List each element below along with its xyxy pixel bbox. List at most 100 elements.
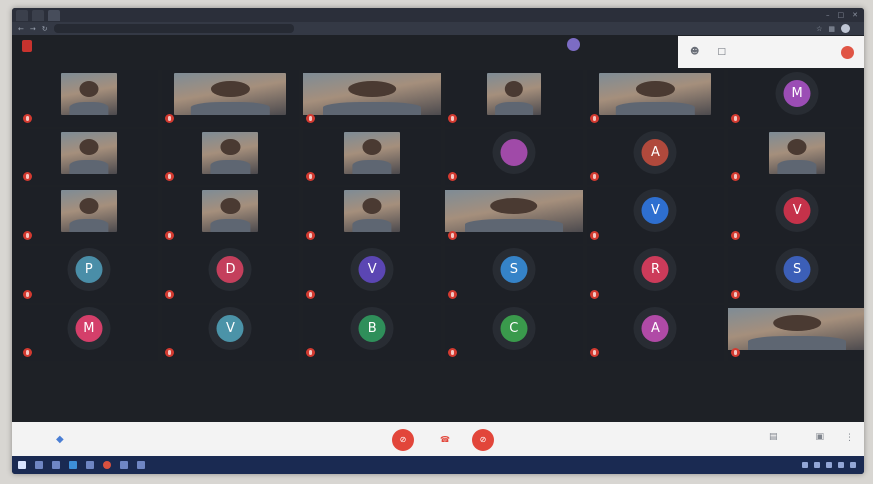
clock-icon[interactable] bbox=[838, 462, 844, 468]
mic-muted-icon bbox=[731, 113, 741, 123]
browser-tab-strip: – □ ✕ bbox=[12, 8, 864, 22]
bottom-right-actions: ▤ ▣ bbox=[769, 432, 824, 442]
participant-tile[interactable]: M bbox=[20, 304, 158, 362]
mic-muted-icon bbox=[306, 172, 316, 182]
participant-avatar: V bbox=[783, 197, 811, 225]
presenter-avatar bbox=[567, 38, 580, 51]
participant-tile[interactable]: V bbox=[161, 304, 300, 362]
mic-muted-icon bbox=[589, 289, 599, 299]
mic-muted-icon bbox=[23, 172, 32, 182]
captions-icon: ▤ bbox=[768, 432, 778, 442]
participant-tile[interactable]: B bbox=[303, 304, 441, 362]
shield-icon[interactable]: ◆ bbox=[56, 434, 64, 445]
mic-muted-icon bbox=[448, 289, 457, 299]
mic-muted-icon bbox=[164, 289, 174, 299]
volume-icon[interactable] bbox=[814, 462, 820, 468]
participant-tile[interactable]: A bbox=[586, 128, 725, 186]
participant-video bbox=[60, 190, 117, 233]
mic-muted-icon bbox=[448, 172, 457, 182]
chat-icon[interactable]: □ bbox=[717, 47, 726, 57]
app-icon[interactable] bbox=[137, 461, 145, 469]
participant-avatar: V bbox=[641, 197, 669, 225]
mic-muted-icon bbox=[306, 231, 316, 240]
extension-icon[interactable]: ▦ bbox=[828, 25, 835, 33]
chrome-icon[interactable] bbox=[103, 461, 111, 469]
mic-muted-icon bbox=[164, 231, 174, 240]
browser-tab-active[interactable] bbox=[48, 9, 60, 21]
mic-muted-icon bbox=[731, 289, 741, 299]
mic-muted-icon bbox=[589, 172, 599, 182]
forward-icon[interactable]: → bbox=[30, 25, 36, 33]
participant-avatar: A bbox=[641, 314, 669, 342]
minimize-icon[interactable]: – bbox=[826, 11, 830, 19]
participant-tile[interactable] bbox=[161, 187, 300, 244]
browser-tab[interactable] bbox=[16, 9, 28, 21]
hangup-icon[interactable]: ☎ bbox=[440, 435, 450, 444]
task-view-icon[interactable] bbox=[52, 461, 60, 469]
participant-video bbox=[344, 190, 401, 233]
profile-avatar[interactable] bbox=[841, 24, 850, 33]
participant-video bbox=[60, 73, 117, 115]
star-icon[interactable]: ☆ bbox=[816, 25, 822, 33]
participant-tile[interactable]: V bbox=[728, 187, 864, 244]
participant-count-badge[interactable] bbox=[841, 45, 854, 59]
participant-tile[interactable]: P bbox=[20, 246, 158, 303]
participant-tile[interactable] bbox=[303, 70, 441, 127]
mic-muted-icon bbox=[306, 289, 316, 299]
participant-tile[interactable] bbox=[586, 70, 725, 127]
participant-tile[interactable] bbox=[161, 70, 300, 127]
participant-tile[interactable] bbox=[20, 187, 158, 244]
mic-muted-icon bbox=[731, 348, 741, 358]
participant-tile[interactable]: V bbox=[303, 246, 441, 303]
participant-tile[interactable]: S bbox=[445, 246, 583, 303]
browser-tab[interactable] bbox=[32, 9, 44, 21]
os-taskbar bbox=[12, 456, 864, 474]
participant-video bbox=[486, 73, 541, 115]
mic-muted-icon bbox=[448, 348, 457, 358]
participant-tile[interactable]: C bbox=[445, 304, 583, 362]
participant-tile[interactable] bbox=[728, 128, 864, 186]
participant-tile[interactable]: M bbox=[728, 70, 864, 127]
participant-tile[interactable] bbox=[161, 128, 300, 186]
back-icon[interactable]: ← bbox=[18, 25, 24, 33]
url-field[interactable] bbox=[53, 24, 294, 33]
participant-avatar: S bbox=[783, 256, 811, 283]
participant-tile[interactable] bbox=[445, 70, 583, 127]
mic-muted-icon bbox=[306, 113, 316, 123]
maximize-icon[interactable]: □ bbox=[838, 11, 845, 19]
participant-tile[interactable] bbox=[445, 187, 583, 244]
address-bar: ← → ↻ ☆ ▦ bbox=[12, 22, 864, 35]
participant-tile[interactable] bbox=[20, 128, 158, 186]
camera-toggle-button[interactable]: ⊘ bbox=[472, 429, 494, 451]
participant-avatar: R bbox=[641, 256, 669, 283]
browser-actions: ☆ ▦ bbox=[816, 24, 864, 33]
participant-tile[interactable] bbox=[728, 304, 864, 362]
participant-tile[interactable]: A bbox=[586, 304, 725, 362]
people-icon[interactable]: ☻ bbox=[690, 47, 699, 57]
mic-toggle-button[interactable]: ⊘ bbox=[392, 429, 414, 451]
captions-button[interactable]: ▤ bbox=[769, 432, 778, 442]
participant-tile[interactable] bbox=[303, 128, 441, 186]
start-icon[interactable] bbox=[18, 461, 26, 469]
network-icon[interactable] bbox=[802, 462, 808, 468]
participant-tile[interactable]: D bbox=[161, 246, 300, 303]
folder-icon[interactable] bbox=[86, 461, 94, 469]
system-tray bbox=[802, 462, 864, 468]
participant-tile[interactable]: S bbox=[728, 246, 864, 303]
participant-avatar: M bbox=[75, 314, 103, 342]
participant-tile[interactable]: V bbox=[586, 187, 725, 244]
search-icon[interactable] bbox=[35, 461, 43, 469]
present-icon: ▣ bbox=[815, 432, 824, 442]
present-button[interactable]: ▣ bbox=[815, 432, 824, 442]
participant-tile[interactable] bbox=[20, 70, 158, 127]
participant-tile[interactable] bbox=[303, 187, 441, 244]
notification-icon[interactable] bbox=[850, 462, 856, 468]
app-icon[interactable] bbox=[120, 461, 128, 469]
reload-icon[interactable]: ↻ bbox=[42, 25, 48, 33]
browser-icon[interactable] bbox=[69, 461, 77, 469]
participant-tile[interactable]: R bbox=[586, 246, 725, 303]
close-icon[interactable]: ✕ bbox=[852, 11, 858, 19]
battery-icon[interactable] bbox=[826, 462, 832, 468]
more-options-icon[interactable]: ⋮ bbox=[845, 433, 854, 443]
participant-tile[interactable] bbox=[445, 128, 583, 186]
